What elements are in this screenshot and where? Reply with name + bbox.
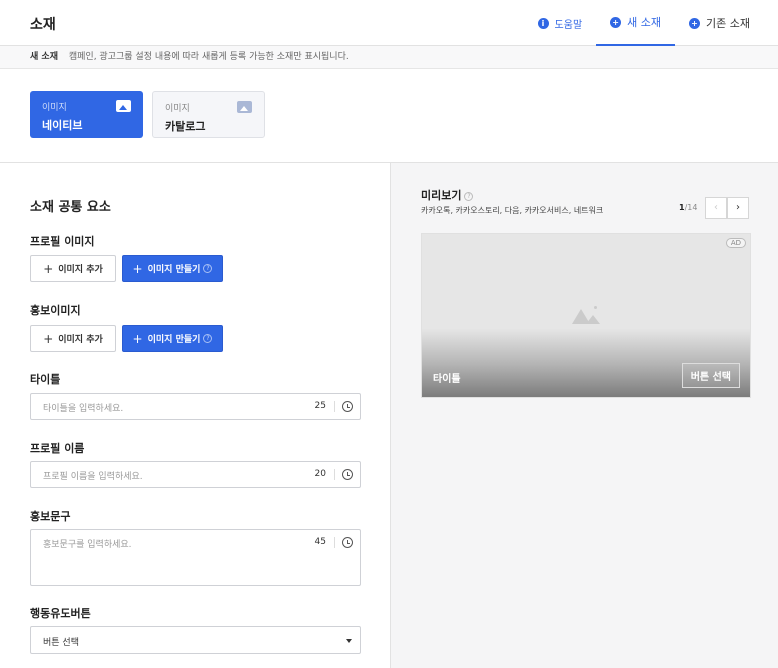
preview-platforms: 카카오톡, 카카오스토리, 다음, 카카오서비스, 네트워크	[421, 206, 604, 215]
help-icon[interactable]: ?	[464, 192, 474, 201]
image-icon	[116, 100, 131, 112]
promo-image-create-button[interactable]: + 이미지 만들기 ?	[122, 325, 223, 352]
header-tabs: i 도움말 + 새 소재 + 기존 소재	[524, 0, 778, 46]
preview-card: AD 타이틀 버튼 선택	[421, 233, 751, 398]
preview-title-text: 미리보기	[421, 189, 462, 202]
profile-name-label: 프로필 이름	[30, 442, 85, 455]
preview-card-title: 타이틀	[433, 374, 461, 385]
sub-info-bar: 새 소재 캠페인, 광고그룹 설정 내용에 따라 새롭게 등록 가능한 소재만 …	[0, 46, 778, 69]
preview-pager: 1/14	[679, 203, 697, 212]
plus-icon: +	[610, 16, 622, 28]
char-limit: 20	[314, 469, 326, 479]
profile-image-label: 프로필 이미지	[30, 235, 95, 248]
ad-badge: AD	[725, 238, 746, 248]
promo-text-label: 홍보문구	[30, 510, 71, 523]
form-panel: 소재 공통 요소 프로필 이미지 + 이미지 추가 + 이미지 만들기 ? 홍보…	[0, 163, 390, 668]
button-label: 이미지 만들기	[147, 335, 201, 345]
cta-select[interactable]: 버튼 선택	[30, 626, 361, 654]
chevron-right-icon: ›	[736, 202, 740, 213]
tab-existing-creative[interactable]: + 기존 소재	[675, 0, 778, 46]
caret-down-icon	[346, 639, 352, 643]
tab-label: 새 소재	[627, 16, 662, 29]
help-icon: ?	[203, 334, 213, 343]
cta-selected-value: 버튼 선택	[43, 638, 79, 648]
help-icon: ?	[203, 264, 213, 273]
next-page-button[interactable]: ›	[727, 197, 749, 219]
preview-panel: 미리보기? 카카오톡, 카카오스토리, 다음, 카카오서비스, 네트워크 1/1…	[390, 163, 778, 668]
plus-icon: +	[132, 331, 143, 346]
clock-icon[interactable]	[342, 401, 353, 412]
button-label: 이미지 추가	[58, 335, 103, 345]
sub-title: 새 소재	[30, 52, 58, 62]
profile-image-create-button[interactable]: + 이미지 만들기 ?	[122, 255, 223, 282]
promo-image-add-button[interactable]: + 이미지 추가	[30, 325, 116, 352]
preview-cta-button: 버튼 선택	[681, 363, 740, 388]
tab-label: 기존 소재	[706, 17, 750, 30]
type-name: 카탈로그	[165, 120, 206, 133]
promo-text-placeholder: 홍보문구를 입력하세요.	[43, 540, 132, 550]
title-placeholder: 타이틀을 입력하세요.	[43, 404, 124, 414]
type-name: 네이티브	[42, 119, 83, 132]
section-title: 소재 공통 요소	[30, 200, 111, 215]
preview-title: 미리보기?	[421, 187, 474, 203]
type-card-catalog[interactable]: 이미지 카탈로그	[152, 91, 265, 138]
plus-icon: +	[132, 261, 143, 276]
clock-icon[interactable]	[342, 469, 353, 480]
title-label: 타이틀	[30, 373, 61, 386]
plus-icon: +	[43, 331, 54, 346]
char-limit: 25	[314, 401, 326, 411]
page-header: 소재 i 도움말 + 새 소재 + 기존 소재	[0, 0, 778, 46]
plus-icon: +	[689, 17, 701, 29]
char-limit: 45	[314, 537, 326, 547]
clock-icon[interactable]	[342, 537, 353, 548]
profile-name-input[interactable]: 프로필 이름을 입력하세요. 20	[30, 461, 361, 488]
title-input[interactable]: 타이틀을 입력하세요. 25	[30, 393, 361, 420]
button-label: 이미지 추가	[58, 265, 103, 275]
plus-icon: +	[43, 261, 54, 276]
page-total: /14	[684, 203, 698, 212]
image-icon	[237, 101, 252, 113]
info-icon: i	[537, 17, 549, 29]
chevron-left-icon: ‹	[714, 202, 718, 213]
page-title: 소재	[30, 17, 56, 33]
profile-image-add-button[interactable]: + 이미지 추가	[30, 255, 116, 282]
promo-text-textarea[interactable]: 홍보문구를 입력하세요. 45	[30, 529, 361, 586]
cta-label: 행동유도버튼	[30, 607, 91, 620]
help-label: 도움말	[554, 19, 583, 31]
profile-name-placeholder: 프로필 이름을 입력하세요.	[43, 472, 143, 482]
help-link[interactable]: i 도움말	[524, 0, 597, 46]
prev-page-button[interactable]: ‹	[705, 197, 727, 219]
promo-image-label: 홍보이미지	[30, 304, 81, 317]
creative-type-selector: 이미지 네이티브 이미지 카탈로그	[0, 69, 778, 163]
tab-new-creative[interactable]: + 새 소재	[596, 0, 676, 46]
sub-description: 캠페인, 광고그룹 설정 내용에 따라 새롭게 등록 가능한 소재만 표시됩니다…	[68, 52, 349, 62]
button-label: 이미지 만들기	[147, 265, 201, 275]
type-card-native[interactable]: 이미지 네이티브	[30, 91, 143, 138]
